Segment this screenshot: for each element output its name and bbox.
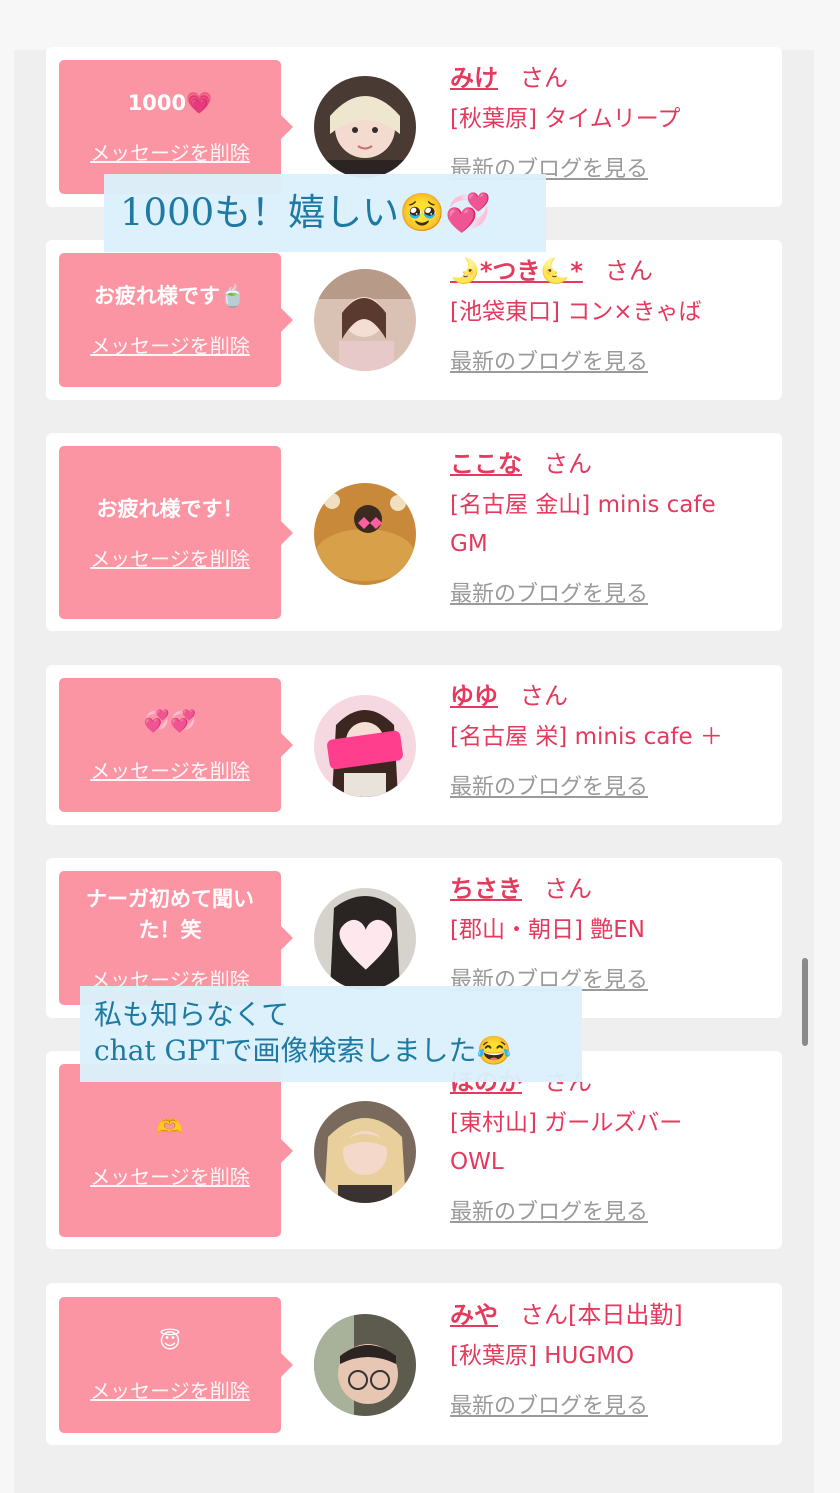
delete-message-link[interactable]: メッセージを削除 — [90, 137, 250, 166]
message-bubble: お疲れ様です！ メッセージを削除 — [59, 446, 293, 619]
honorific: さん — [544, 875, 592, 903]
cast-info: 🌛*つき🌜* さん [池袋東口] コン×きゃば 最新のブログを見る — [450, 255, 770, 376]
blog-link[interactable]: 最新のブログを見る — [450, 1388, 648, 1420]
cast-name-link[interactable]: ゆゆ — [450, 682, 498, 710]
blog-link[interactable]: 最新のブログを見る — [450, 1194, 648, 1226]
message-text: お疲れ様です！ — [96, 496, 244, 521]
cast-info: ほのか さん [東村山] ガールズバー OWL 最新のブログを見る — [450, 1066, 770, 1226]
shop-name: [郡山・朝日] 艶EN — [450, 917, 645, 943]
avatar[interactable] — [314, 695, 416, 797]
blog-link[interactable]: 最新のブログを見る — [450, 344, 648, 376]
message-text: 💞💞 — [143, 709, 197, 733]
shop-name: [秋葉原] タイムリープ — [450, 106, 681, 132]
avatar[interactable] — [314, 483, 416, 585]
cast-name-link[interactable]: みや — [450, 1301, 498, 1329]
avatar[interactable] — [314, 1314, 416, 1416]
cast-info: ここな さん [名古屋 金山] minis cafe GM 最新のブログを見る — [450, 448, 770, 608]
message-text: 1000💗 — [127, 91, 213, 115]
delete-message-link[interactable]: メッセージを削除 — [90, 1375, 250, 1404]
cast-name-link[interactable]: ちさき — [450, 875, 522, 903]
cast-name-link[interactable]: ここな — [450, 450, 522, 478]
scrollbar[interactable] — [802, 958, 808, 1046]
blog-link[interactable]: 最新のブログを見る — [450, 769, 648, 801]
shop-name: [名古屋 金山] minis cafe GM — [450, 492, 716, 557]
shop-name: [池袋東口] コン×きゃば — [450, 299, 702, 325]
honorific: さん — [520, 1301, 568, 1329]
delete-message-link[interactable]: メッセージを削除 — [90, 1161, 250, 1190]
cast-info: ゆゆ さん [名古屋 栄] minis cafe ＋ 最新のブログを見る — [450, 680, 770, 801]
message-text: 🫶 — [156, 1114, 184, 1139]
avatar[interactable] — [314, 269, 416, 371]
cast-info: みけ さん [秋葉原] タイムリープ 最新のブログを見る — [450, 62, 770, 183]
honorific: さん — [520, 682, 568, 710]
attendance-label: [本日出勤] — [568, 1301, 683, 1329]
honorific: さん — [544, 450, 592, 478]
cast-name-link[interactable]: 🌛*つき🌜* — [450, 257, 583, 285]
overlay-caption-bottom: 私も知らなくて chat GPTで画像検索しました😂 — [80, 986, 582, 1082]
message-bubble: 💞💞 メッセージを削除 — [59, 678, 293, 812]
cast-info: ちさき さん [郡山・朝日] 艶EN 最新のブログを見る — [450, 873, 770, 994]
shop-name: [名古屋 栄] minis cafe ＋ — [450, 724, 723, 750]
blog-link[interactable]: 最新のブログを見る — [450, 576, 648, 608]
cast-info: みや さん[本日出勤] [秋葉原] HUGMO 最新のブログを見る — [450, 1299, 770, 1420]
avatar[interactable] — [314, 76, 416, 178]
shop-name: [東村山] ガールズバー OWL — [450, 1110, 683, 1175]
cast-name-link[interactable]: みけ — [450, 64, 498, 92]
overlay-caption-top: 1000も！嬉しい🥹💞 — [104, 174, 546, 252]
avatar[interactable] — [314, 1101, 416, 1203]
honorific: さん — [520, 64, 568, 92]
overlay-caption-text: 1000も！嬉しい🥹💞 — [120, 191, 492, 234]
shop-name: [秋葉原] HUGMO — [450, 1343, 635, 1369]
honorific: さん — [604, 257, 653, 285]
message-bubble: 😇 メッセージを削除 — [59, 1297, 293, 1433]
message-text: 😇 — [159, 1329, 181, 1353]
avatar[interactable] — [314, 888, 416, 990]
overlay-caption-line: 私も知らなくて — [94, 998, 290, 1031]
message-bubble: お疲れ様です🍵 メッセージを削除 — [59, 253, 293, 387]
delete-message-link[interactable]: メッセージを削除 — [90, 543, 250, 572]
overlay-caption-line: chat GPTで画像検索しました😂 — [94, 1034, 512, 1067]
message-bubble: ナーガ初めて聞いた！笑 メッセージを削除 — [59, 871, 293, 1005]
message-bubble: 🫶 メッセージを削除 — [59, 1064, 293, 1237]
delete-message-link[interactable]: メッセージを削除 — [90, 330, 250, 359]
message-text: お疲れ様です🍵 — [93, 284, 247, 308]
delete-message-link[interactable]: メッセージを削除 — [90, 755, 250, 784]
message-text: ナーガ初めて聞いた！笑 — [86, 886, 254, 942]
